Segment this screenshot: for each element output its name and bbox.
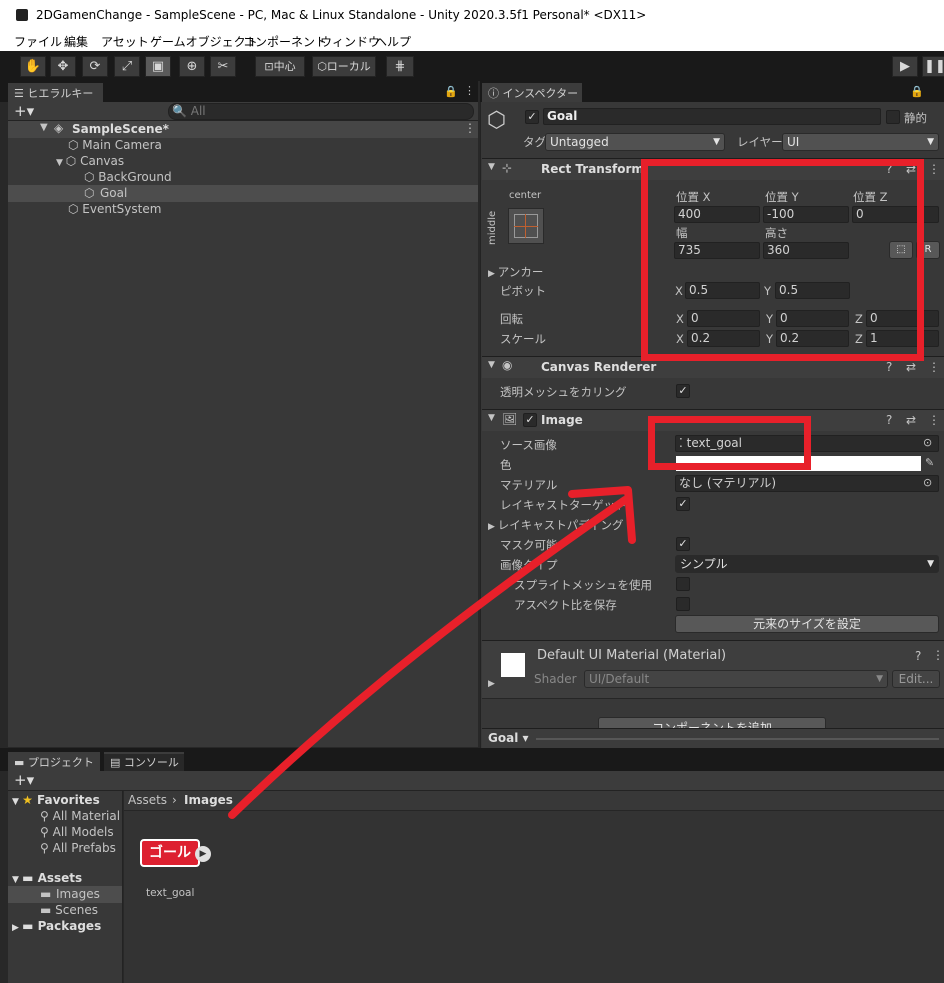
annotation-arrow [228,486,636,819]
arrow-shaft [228,496,629,819]
